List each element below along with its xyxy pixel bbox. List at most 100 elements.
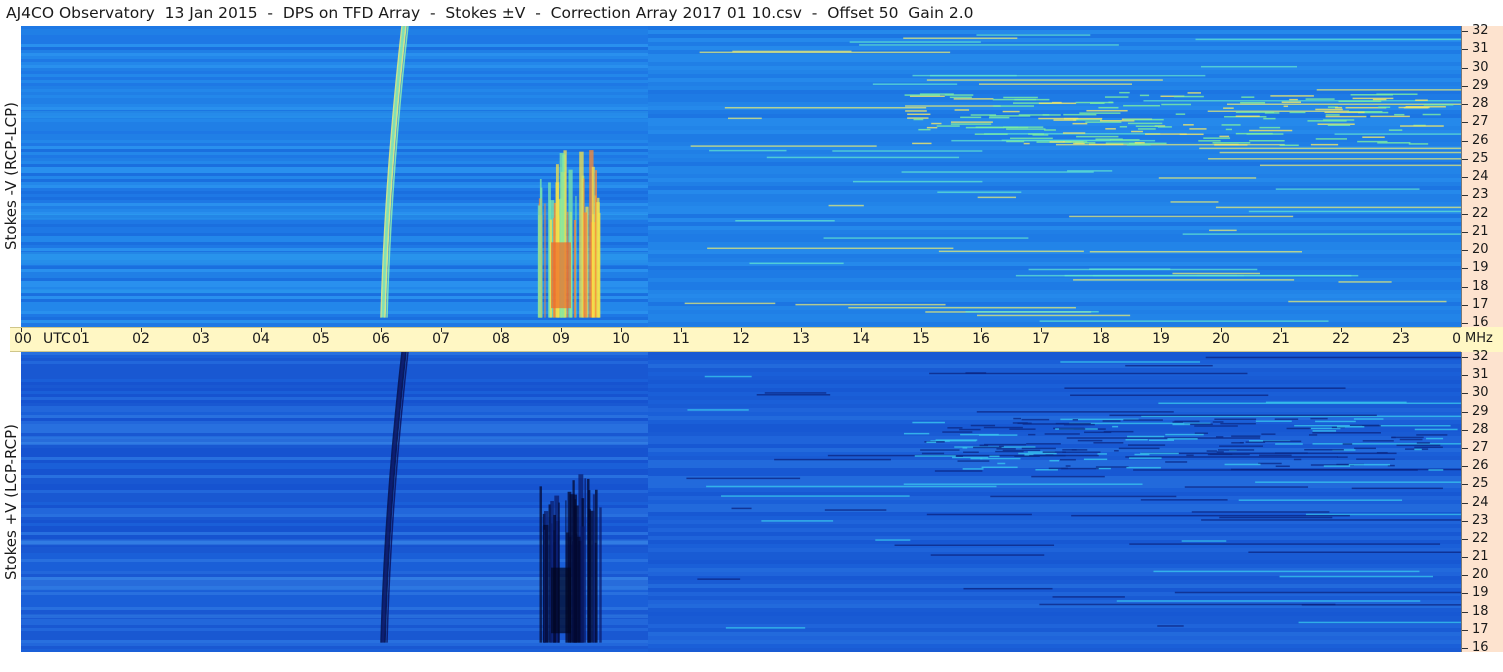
activity-mark [1337, 456, 1348, 458]
spectrogram-top [21, 26, 1461, 327]
band-row [21, 502, 648, 505]
band-row [21, 143, 648, 146]
band-row [21, 158, 648, 161]
activity-mark [1408, 143, 1429, 145]
time-tick-mark [1221, 328, 1222, 332]
activity-mark [970, 424, 996, 427]
rfi-streak [965, 310, 1099, 313]
activity-mark [1009, 428, 1036, 430]
band-row [648, 70, 1461, 74]
activity-mark [1206, 450, 1217, 452]
time-tick-mark [861, 328, 862, 332]
rfi-streak [749, 262, 844, 265]
activity-mark [942, 431, 973, 433]
freq-tick-mark [1462, 250, 1468, 251]
activity-mark [1214, 418, 1257, 420]
band-row [21, 430, 648, 433]
rfi-streak [1039, 320, 1329, 322]
spectrogram-bottom-canvas [21, 352, 1461, 652]
band-row [21, 382, 648, 385]
band-row [648, 222, 1461, 226]
rfi-streak [1031, 475, 1105, 478]
band-row [21, 188, 648, 191]
band-row [648, 508, 1461, 512]
activity-mark [1064, 141, 1088, 143]
freq-tick-mark [1462, 575, 1468, 577]
band-row [21, 448, 648, 451]
storm-streak [594, 489, 598, 643]
activity-mark [1264, 112, 1280, 114]
activity-mark [1235, 115, 1260, 118]
activity-mark [912, 142, 932, 145]
band-row [21, 83, 648, 86]
activity-mark [1086, 109, 1128, 112]
activity-mark [1281, 101, 1302, 103]
time-tick-label: 19 [1152, 331, 1170, 347]
storm-streak [599, 507, 602, 643]
activity-mark [980, 457, 1021, 460]
activity-mark [1035, 469, 1058, 471]
band-row [21, 466, 648, 469]
rfi-streak [934, 470, 983, 472]
activity-mark [974, 133, 1008, 135]
rfi-streak [990, 495, 1177, 498]
rfi-streak [1338, 281, 1392, 283]
time-tick-label: 18 [1092, 331, 1110, 347]
band-row [21, 155, 648, 158]
freq-tick-label: 23 [1472, 187, 1489, 203]
band-row [21, 146, 648, 149]
time-tick-mark [801, 328, 802, 332]
activity-mark [962, 468, 984, 470]
rfi-streak [1219, 151, 1461, 154]
rfi-streak [735, 219, 835, 222]
freq-tick-mark [1462, 49, 1468, 51]
band-row [648, 198, 1461, 202]
time-tick-label: 05 [312, 331, 330, 347]
rfi-streak [766, 156, 960, 159]
page-title: AJ4CO Observatory 13 Jan 2015 - DPS on T… [6, 4, 974, 22]
activity-mark [935, 439, 978, 441]
activity-mark [1391, 436, 1396, 439]
band-row [21, 32, 648, 35]
activity-mark [1006, 140, 1025, 143]
activity-mark [1002, 110, 1020, 113]
band-row [21, 376, 648, 379]
time-tick-mark [21, 328, 22, 332]
freq-tick-label: 19 [1472, 585, 1489, 601]
band-row [21, 74, 648, 77]
activity-mark [1325, 115, 1367, 118]
activity-mark [918, 128, 931, 131]
rfi-streak [1248, 210, 1461, 213]
rfi-streak [1089, 250, 1303, 253]
band-row [648, 58, 1461, 62]
activity-mark [1172, 423, 1191, 426]
band-row [21, 490, 648, 493]
band-row [21, 44, 648, 47]
rfi-streak [1170, 201, 1219, 203]
band-row [21, 176, 648, 179]
band-row [21, 373, 648, 376]
band-row [648, 54, 1461, 58]
time-tick-mark [741, 328, 742, 332]
activity-mark [1018, 452, 1057, 455]
activity-mark [1224, 463, 1261, 466]
rfi-streak [977, 196, 1017, 199]
rfi-streak [1116, 600, 1421, 602]
band-row [648, 532, 1461, 536]
rfi-streak [1288, 300, 1447, 303]
band-row [21, 454, 648, 457]
band-row [21, 487, 648, 490]
band-row [21, 643, 648, 646]
freq-tick-label: 30 [1472, 59, 1489, 75]
storm-streak [587, 478, 590, 643]
band-row [648, 94, 1461, 98]
freq-tick-mark [1462, 557, 1468, 559]
rfi-streak [727, 117, 762, 120]
activity-mark [951, 121, 993, 123]
activity-mark [1127, 444, 1166, 446]
time-tick-label: 12 [732, 331, 750, 347]
activity-mark [997, 462, 1006, 465]
band-row [648, 194, 1461, 198]
activity-mark [1370, 115, 1410, 118]
activity-mark [1416, 442, 1430, 444]
